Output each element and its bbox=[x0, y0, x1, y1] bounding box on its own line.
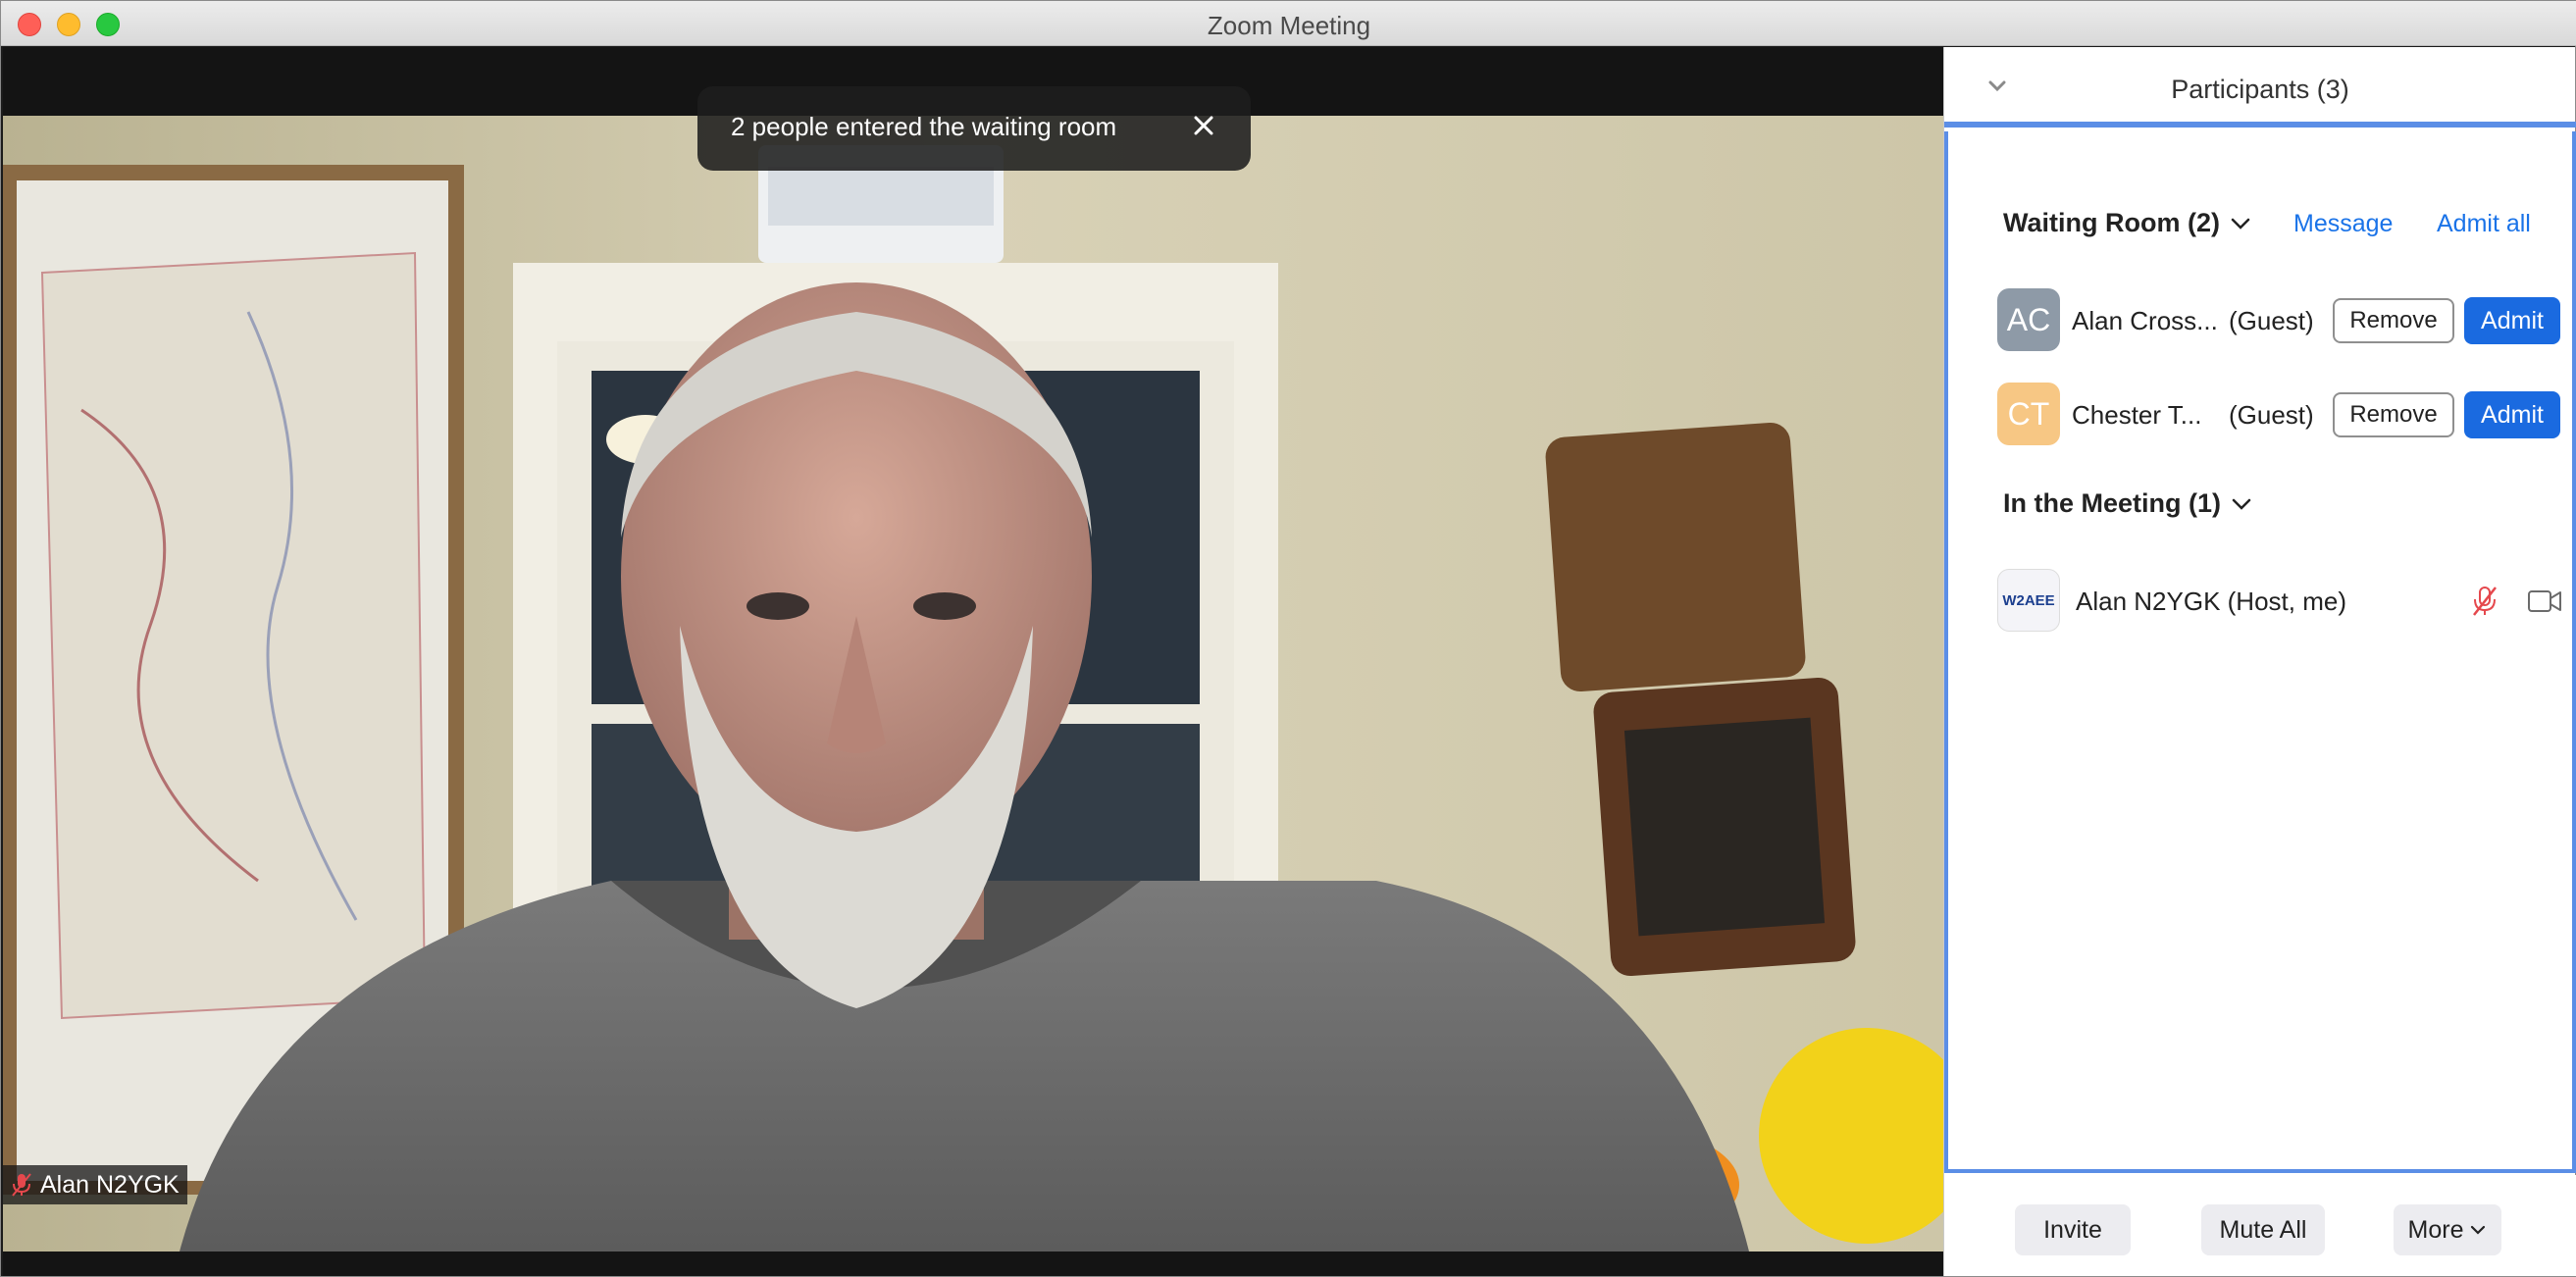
waiting-room-notification: 2 people entered the waiting room bbox=[697, 86, 1251, 171]
close-icon[interactable] bbox=[1186, 108, 1221, 143]
in-meeting-label: In the Meeting (1) bbox=[2003, 488, 2221, 518]
muted-mic-icon[interactable] bbox=[2470, 585, 2499, 618]
title-bar: Zoom Meeting bbox=[1, 1, 2576, 46]
message-link[interactable]: Message bbox=[2293, 210, 2393, 238]
video-camera-icon[interactable] bbox=[2527, 588, 2562, 614]
admit-button[interactable]: Admit bbox=[2464, 297, 2560, 344]
avatar: CT bbox=[1997, 383, 2060, 445]
participants-panel: Participants (3) Waiting Room (2) Messag… bbox=[1943, 47, 2576, 1276]
waiting-participant-row[interactable]: CT Chester T... (Guest) Remove Admit bbox=[1997, 383, 2560, 447]
video-frame bbox=[3, 116, 1943, 1251]
invite-button[interactable]: Invite bbox=[2015, 1204, 2131, 1255]
in-meeting-header[interactable]: In the Meeting (1) bbox=[2003, 488, 2252, 519]
chevron-down-icon bbox=[2231, 218, 2250, 230]
zoom-window: Zoom Meeting 2 people entered the waitin… bbox=[0, 0, 2576, 1277]
video-area[interactable]: 2 people entered the waiting room Alan N… bbox=[3, 47, 1943, 1276]
admit-button[interactable]: Admit bbox=[2464, 391, 2560, 438]
avatar: W2AEE bbox=[1997, 569, 2060, 632]
participant-name: Alan N2YGK (Host, me) bbox=[2076, 587, 2346, 616]
participant-name: Alan Cross... bbox=[2072, 306, 2218, 335]
panel-title: Participants (3) bbox=[2171, 75, 2349, 104]
panel-header: Participants (3) bbox=[1944, 47, 2576, 128]
muted-mic-icon bbox=[12, 1173, 31, 1197]
avatar: AC bbox=[1997, 288, 2060, 351]
notification-text: 2 people entered the waiting room bbox=[731, 112, 1117, 141]
remove-button[interactable]: Remove bbox=[2333, 298, 2454, 343]
video-feed-illustration bbox=[3, 116, 1943, 1251]
panel-footer: Invite Mute All More bbox=[1944, 1175, 2576, 1276]
mute-all-button[interactable]: Mute All bbox=[2201, 1204, 2325, 1255]
avatar-logo-text: W2AEE bbox=[2002, 591, 2055, 609]
admit-all-link[interactable]: Admit all bbox=[2437, 210, 2531, 238]
more-button[interactable]: More bbox=[2394, 1204, 2501, 1255]
window-title: Zoom Meeting bbox=[1207, 11, 1371, 40]
more-label: More bbox=[2407, 1215, 2464, 1244]
chevron-down-icon bbox=[2232, 498, 2251, 510]
video-name-tag: Alan N2YGK bbox=[3, 1165, 187, 1204]
participant-name: Chester T... bbox=[2072, 400, 2202, 430]
chevron-down-icon bbox=[2471, 1225, 2486, 1235]
meeting-participant-row[interactable]: W2AEE Alan N2YGK (Host, me) bbox=[1997, 569, 2561, 634]
participants-list: Waiting Room (2) Message Admit all AC Al… bbox=[1944, 131, 2576, 1173]
participant-role: (Guest) bbox=[2229, 306, 2314, 335]
participant-role: (Guest) bbox=[2229, 400, 2314, 430]
video-participant-name: Alan N2YGK bbox=[40, 1170, 180, 1199]
waiting-participant-row[interactable]: AC Alan Cross... (Guest) Remove Admit bbox=[1997, 288, 2560, 353]
remove-button[interactable]: Remove bbox=[2333, 392, 2454, 437]
waiting-room-label: Waiting Room (2) bbox=[2003, 208, 2220, 237]
waiting-room-header[interactable]: Waiting Room (2) bbox=[2003, 208, 2251, 238]
